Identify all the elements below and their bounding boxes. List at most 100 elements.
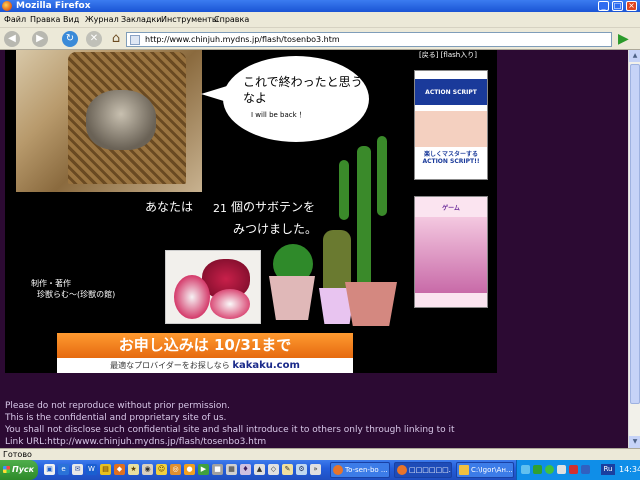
banner-main-text: お申し込みは 10/31まで: [57, 333, 353, 358]
clock: 14:34: [619, 465, 640, 474]
folder-icon: [459, 465, 469, 475]
flower-pot: [345, 282, 397, 326]
app-icon[interactable]: »: [310, 464, 321, 475]
monitor-icon[interactable]: [581, 465, 590, 474]
app-icon[interactable]: ▶: [198, 464, 209, 475]
menu-edit[interactable]: Правка: [30, 14, 60, 26]
start-button[interactable]: Пуск: [0, 460, 38, 480]
firefox-icon: [2, 1, 12, 11]
app-icon[interactable]: ♦: [240, 464, 251, 475]
cactus-count: 21: [213, 202, 227, 215]
word-icon[interactable]: W: [86, 464, 97, 475]
forward-button[interactable]: ▶: [32, 31, 48, 47]
book-illustration: [415, 217, 487, 293]
app-icon[interactable]: ▲: [254, 464, 265, 475]
app-icon[interactable]: ◆: [114, 464, 125, 475]
banner-sub-text: 最適なプロバイダーをお探しなら: [110, 361, 230, 370]
menu-tools[interactable]: Инструменты: [161, 14, 218, 26]
menu-file[interactable]: Файл: [4, 14, 26, 26]
app-icon[interactable]: ★: [128, 464, 139, 475]
found-line2: みつけました。: [233, 222, 318, 236]
status-bar: Готово: [0, 448, 640, 460]
menu-history[interactable]: Журнал: [85, 14, 119, 26]
app-icon[interactable]: ●: [184, 464, 195, 475]
maximize-button[interactable]: □: [612, 1, 623, 11]
app-icon[interactable]: ⚙: [296, 464, 307, 475]
dragon-fruit-slice: [174, 275, 210, 319]
minimize-button[interactable]: _: [598, 1, 609, 11]
bubble-subtext: I will be back ！: [251, 111, 306, 119]
bubble-text: これで終わったと思うなよ: [243, 75, 363, 105]
notice-link[interactable]: Link URL:http://www.chinjuh.mydns.jp/fla…: [5, 436, 625, 448]
tray-icon[interactable]: [557, 465, 566, 474]
kakaku-banner[interactable]: お申し込みは 10/31まで 最適なプロバイダーをお探しなら kakaku.co…: [57, 333, 353, 373]
scroll-up-arrow[interactable]: ▲: [629, 50, 640, 62]
address-bar[interactable]: [126, 32, 612, 47]
window-title: Mozilla Firefox: [16, 1, 91, 11]
tray-icon[interactable]: [533, 465, 542, 474]
banner-sub: 最適なプロバイダーをお探しなら kakaku.com: [57, 358, 353, 373]
go-button[interactable]: ▶: [618, 31, 634, 47]
task-browser[interactable]: □□□□□□...: [394, 462, 452, 478]
app-icon[interactable]: ■: [212, 464, 223, 475]
cat-in-basket-photo: [16, 50, 202, 192]
book-game[interactable]: ゲーム: [414, 196, 488, 308]
folder-icon[interactable]: ▤: [100, 464, 111, 475]
book-title: ACTION SCRIPT: [425, 89, 477, 96]
credit-line1: 制作・著作: [31, 279, 71, 288]
task-explorer[interactable]: C:\Igor\Ан...: [456, 462, 514, 478]
tall-cactus: [357, 146, 371, 296]
language-indicator[interactable]: Ru: [601, 464, 615, 475]
app-icon[interactable]: ▦: [226, 464, 237, 475]
notice-line: You shall not disclose such confidential…: [5, 425, 455, 435]
menu-help[interactable]: Справка: [214, 14, 249, 26]
task-tosenbo[interactable]: To-sen-bo ...: [330, 462, 390, 478]
speech-bubble: これで終わったと思うなよ I will be back ！: [223, 56, 369, 142]
notice-line: Please do not reproduce without prior pe…: [5, 401, 230, 411]
firefox-icon: [333, 465, 343, 475]
scroll-down-arrow[interactable]: ▼: [629, 436, 640, 448]
flower-pot: [269, 276, 315, 320]
credit-line2: 珍獣らむ～(珍獣の館): [37, 290, 116, 299]
ie-icon[interactable]: e: [58, 464, 69, 475]
menu-view[interactable]: Вид: [63, 14, 79, 26]
book-actionscript[interactable]: ACTION SCRIPT 楽しくマスターする ACTION SCRIPT!!: [414, 70, 488, 180]
back-button[interactable]: ◀: [4, 31, 20, 47]
icq-icon[interactable]: [545, 465, 554, 474]
app-icon[interactable]: ◇: [268, 464, 279, 475]
notice-line: This is the confidential and proprietary…: [5, 413, 227, 423]
title-bar: Mozilla Firefox _ □ ×: [0, 0, 640, 12]
network-icon[interactable]: [521, 465, 530, 474]
app-icon[interactable]: ◎: [170, 464, 181, 475]
antivirus-icon[interactable]: [569, 465, 578, 474]
app-icon[interactable]: ◉: [142, 464, 153, 475]
copyright-notice: Please do not reproduce without prior pe…: [5, 400, 625, 448]
reload-button[interactable]: ↻: [62, 31, 78, 47]
url-input[interactable]: [145, 33, 605, 46]
stop-button[interactable]: ✕: [86, 31, 102, 47]
found-prefix: あなたは: [145, 200, 194, 214]
page-icon: [130, 35, 140, 45]
task-label: To-sen-bo ...: [345, 466, 388, 474]
outlook-icon[interactable]: ✉: [72, 464, 83, 475]
taskbar: Пуск ▣ e ✉ W ▤ ◆ ★ ◉ ☺ ◎ ● ▶ ■ ▦ ♦ ▲ ◇ ✎…: [0, 460, 640, 480]
close-button[interactable]: ×: [626, 1, 637, 11]
flash-movie[interactable]: これで終わったと思うなよ I will be back ！ [戻る] [flas…: [5, 50, 497, 373]
top-links[interactable]: [戻る] [flash入り]: [419, 50, 477, 60]
scroll-thumb[interactable]: [630, 64, 640, 404]
credit: 制作・著作 珍獣らむ～(珍獣の館): [31, 278, 115, 300]
home-button[interactable]: ⌂: [108, 31, 124, 47]
dragon-fruit-slice: [210, 289, 250, 319]
tall-cactus-arm: [377, 136, 387, 216]
tall-cactus-arm: [339, 160, 349, 220]
vertical-scrollbar[interactable]: ▲ ▼: [628, 50, 640, 448]
desktop-icon[interactable]: ▣: [44, 464, 55, 475]
system-tray: Ru 14:34: [516, 460, 640, 480]
page-content: これで終わったと思うなよ I will be back ！ [戻る] [flas…: [0, 50, 628, 448]
dragon-fruit-photo: [165, 250, 261, 324]
banner-brand: kakaku.com: [232, 360, 300, 371]
menu-bookmarks[interactable]: Закладки: [121, 14, 161, 26]
app-icon[interactable]: ☺: [156, 464, 167, 475]
task-label: □□□□□□...: [409, 466, 452, 474]
app-icon[interactable]: ✎: [282, 464, 293, 475]
